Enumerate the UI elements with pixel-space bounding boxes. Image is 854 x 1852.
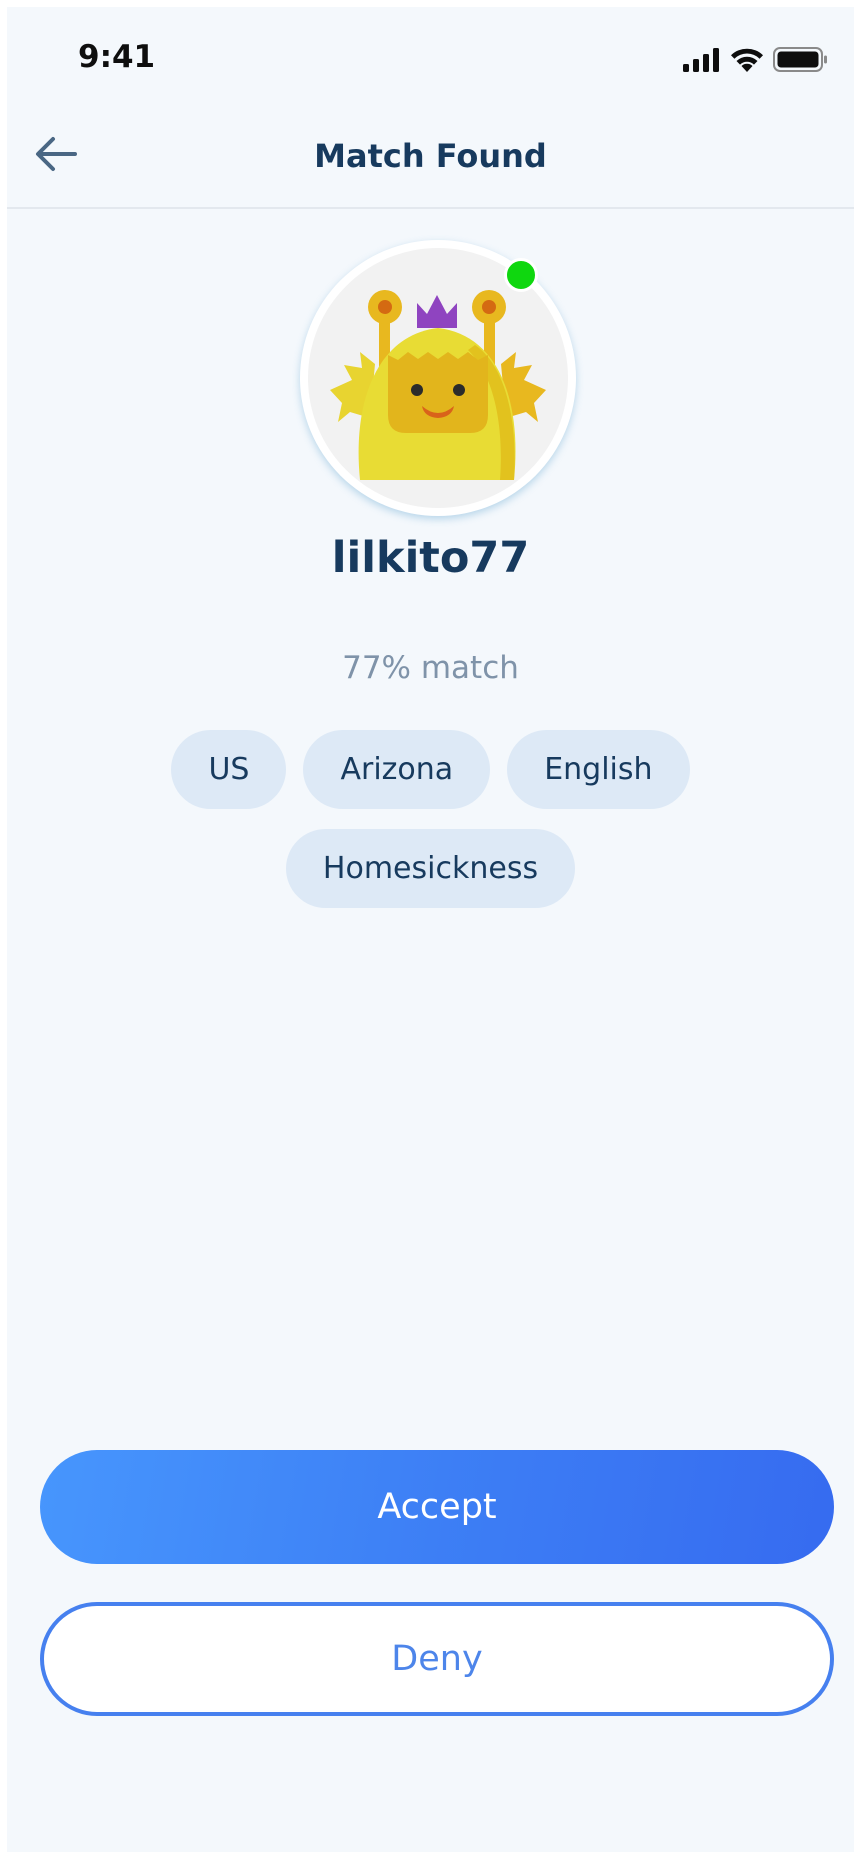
page-title: Match Found [314,137,547,175]
status-icons [683,47,828,76]
tag-topic: Homesickness [285,829,576,908]
tag-country: US [171,730,287,809]
accept-button[interactable]: Accept [40,1450,834,1564]
deny-button[interactable]: Deny [40,1602,834,1716]
battery-icon [773,47,828,76]
status-time: 9:41 [78,39,156,75]
match-percentage: 77% match [342,650,519,686]
tag-list: US Arizona English Homesickness [107,730,754,908]
signal-icon [683,47,721,76]
tag-language: English [507,730,690,809]
header: Match Found [7,103,854,209]
username: lilkito77 [331,533,530,583]
phone-screen: 9:41 Match Found lilkito77 77% match US … [7,7,854,1852]
wifi-icon [730,47,764,76]
tag-state: Arizona [303,730,491,809]
online-status-indicator [504,258,538,292]
